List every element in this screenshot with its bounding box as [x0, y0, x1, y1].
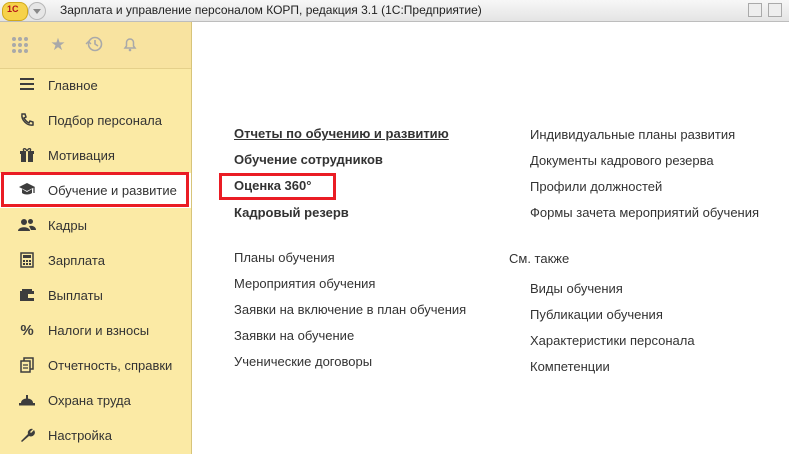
section-content: Отчеты по обучению и развитию Обучение с… [192, 22, 789, 454]
link-position-profiles[interactable]: Профили должностей [530, 179, 662, 194]
link-talent-pool[interactable]: Кадровый резерв [234, 205, 349, 220]
documents-icon [18, 357, 36, 375]
gift-icon [18, 147, 36, 165]
link-training-requests[interactable]: Заявки на обучение [234, 328, 354, 343]
window-title: Зарплата и управление персоналом КОРП, р… [60, 3, 482, 17]
sidebar-item-label: Охрана труда [48, 393, 131, 408]
link-employee-training[interactable]: Обучение сотрудников [234, 152, 383, 167]
people-icon [18, 217, 36, 235]
sidebar-item-reports[interactable]: Отчетность, справки [0, 348, 191, 383]
section-list: Главное Подбор персонала Мотивация Обуче… [0, 68, 191, 453]
sidebar-item-label: Подбор персонала [48, 113, 162, 128]
sidebar-toolbar: ★ [0, 22, 191, 69]
sidebar-item-salary[interactable]: Зарплата [0, 243, 191, 278]
link-plan-requests[interactable]: Заявки на включение в план обучения [234, 302, 466, 317]
highlight-box [219, 173, 336, 200]
sidebar-item-motivation[interactable]: Мотивация [0, 138, 191, 173]
link-training-types[interactable]: Виды обучения [530, 281, 623, 296]
sidebar-item-hr[interactable]: Кадры [0, 208, 191, 243]
sidebar-item-label: Настройка [48, 428, 112, 443]
link-training-publications[interactable]: Публикации обучения [530, 307, 663, 322]
sidebar-item-label: Налоги и взносы [48, 323, 150, 338]
sidebar-item-label: Мотивация [48, 148, 115, 163]
sidebar-item-safety[interactable]: Охрана труда [0, 383, 191, 418]
link-training-reports[interactable]: Отчеты по обучению и развитию [234, 126, 449, 141]
wrench-icon [18, 427, 36, 445]
sidebar: ★ Главное Подбор персонала Мотивация Обу… [0, 22, 192, 454]
title-bar: 1С Зарплата и управление персоналом КОРП… [0, 0, 789, 22]
hardhat-icon [18, 392, 36, 410]
sidebar-item-label: Выплаты [48, 288, 103, 303]
history-icon[interactable] [84, 35, 104, 55]
sidebar-item-recruiting[interactable]: Подбор персонала [0, 103, 191, 138]
link-reserve-documents[interactable]: Документы кадрового резерва [530, 153, 714, 168]
sidebar-item-label: Отчетность, справки [48, 358, 173, 373]
wallet-icon [18, 287, 36, 305]
notifications-bell-icon[interactable] [120, 35, 140, 55]
see-also-header: См. также [509, 251, 570, 266]
link-student-contracts[interactable]: Ученические договоры [234, 354, 372, 369]
sidebar-item-payments[interactable]: Выплаты [0, 278, 191, 313]
apps-grid-icon[interactable] [10, 35, 30, 55]
hamburger-icon [18, 77, 36, 95]
sidebar-item-label: Главное [48, 78, 98, 93]
main-menu-button[interactable] [28, 2, 46, 20]
sidebar-item-settings[interactable]: Настройка [0, 418, 191, 453]
favorites-star-icon[interactable]: ★ [48, 35, 68, 55]
sidebar-item-label: Кадры [48, 218, 87, 233]
phone-icon [18, 112, 36, 130]
percent-icon: % [20, 322, 34, 339]
link-credit-forms[interactable]: Формы зачета мероприятий обучения [530, 205, 759, 220]
link-development-plans[interactable]: Индивидуальные планы развития [530, 127, 735, 142]
sidebar-item-label: Зарплата [48, 253, 105, 268]
window-control-icon[interactable] [768, 3, 782, 17]
sidebar-item-taxes[interactable]: % Налоги и взносы [0, 313, 191, 348]
calculator-icon [18, 252, 36, 270]
logo-text: 1С [7, 4, 19, 14]
app-logo-icon[interactable]: 1С [2, 2, 28, 21]
window-control-icon[interactable] [748, 3, 762, 17]
link-training-plans[interactable]: Планы обучения [234, 250, 335, 265]
link-personnel-characteristics[interactable]: Характеристики персонала [530, 333, 695, 348]
sidebar-item-main[interactable]: Главное [0, 68, 191, 103]
link-training-events[interactable]: Мероприятия обучения [234, 276, 375, 291]
highlight-box [1, 172, 189, 207]
link-competencies[interactable]: Компетенции [530, 359, 610, 374]
